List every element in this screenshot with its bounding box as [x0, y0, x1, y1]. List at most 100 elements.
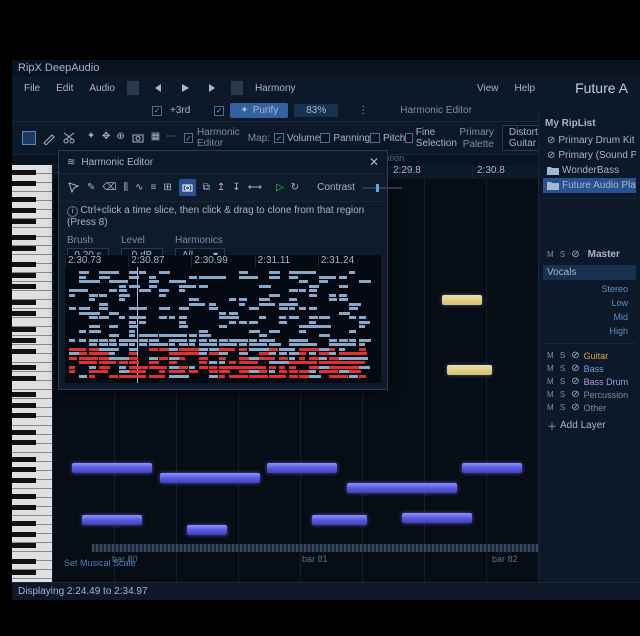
layer-row[interactable]: M S⊘Bass Drum [543, 375, 636, 388]
midi-note[interactable] [347, 483, 457, 493]
menu-harmony[interactable]: Harmony [249, 81, 302, 96]
midi-note[interactable] [72, 463, 152, 473]
wave-icon[interactable]: ∿ [135, 182, 143, 193]
add-layer[interactable]: ＋Add Layer [543, 416, 636, 435]
draw-tool-icon[interactable] [42, 131, 56, 145]
loop-icon[interactable]: ↻ [291, 182, 299, 193]
purify-checkbox[interactable] [214, 106, 224, 116]
volume-map[interactable]: Volume [274, 133, 320, 144]
riplist-item[interactable]: Future Audio Platform [543, 178, 636, 193]
link-icon[interactable]: ⊘ [571, 350, 579, 361]
midi-note[interactable] [402, 513, 472, 523]
purify-percent[interactable]: 83% [294, 104, 338, 117]
midi-note[interactable] [462, 463, 522, 473]
menu-icon[interactable]: ⋮ [358, 105, 368, 116]
info-icon: i [67, 206, 78, 217]
camera-icon[interactable] [179, 179, 196, 196]
cut-tool-icon[interactable] [62, 131, 76, 145]
midi-note[interactable] [267, 463, 337, 473]
skip-fwd-icon[interactable] [201, 80, 225, 96]
layer-row[interactable]: M S⊘Other [543, 401, 636, 414]
cursor-tool-icon[interactable] [67, 181, 80, 194]
midi-note[interactable] [442, 295, 482, 305]
palette-label: Palette [463, 139, 494, 150]
menu-edit[interactable]: Edit [50, 81, 79, 96]
third-checkbox[interactable] [152, 106, 162, 116]
harmonic-editor-label[interactable]: Harmonic Editor [400, 105, 472, 116]
third-label: +3rd [170, 105, 190, 116]
menu-audio[interactable]: Audio [83, 81, 121, 96]
panning-map[interactable]: Panning [320, 133, 370, 144]
target-tool-icon[interactable]: ⊕ [116, 131, 124, 145]
midi-note[interactable] [447, 365, 492, 375]
link-icon[interactable]: ⊘ [571, 376, 579, 387]
layer-row[interactable]: M S⊘Guitar [543, 349, 636, 362]
skip-back-icon[interactable] [145, 80, 169, 96]
move-tool-icon[interactable]: ✥ [102, 131, 110, 145]
folder-icon [547, 181, 559, 191]
erase-tool-icon[interactable]: ⌫ [102, 182, 116, 193]
play-icon[interactable] [173, 80, 197, 96]
disc-icon: ⊘ [547, 135, 555, 146]
vocals-layer[interactable]: Vocals [543, 265, 636, 280]
link-icon[interactable]: ⊘ [571, 402, 579, 413]
fine-map[interactable]: Fine Selection [405, 127, 459, 149]
riplist-item[interactable]: ⊘Primary (Sound Palette [543, 148, 636, 163]
grid-icon[interactable]: ⊞ [163, 182, 171, 193]
master-label: Master [584, 247, 632, 262]
mute-solo[interactable]: M S [547, 351, 567, 360]
high-label[interactable]: High [543, 324, 632, 338]
mute-solo[interactable]: M S [547, 364, 567, 373]
more-tools-icon[interactable]: ⋯ [166, 131, 176, 145]
sliders-icon[interactable]: ⫼ [124, 182, 129, 193]
mid-label[interactable]: Mid [543, 310, 632, 324]
midi-note[interactable] [312, 515, 367, 525]
purify-button[interactable]: ✦ Purify [230, 103, 288, 118]
close-icon[interactable]: ✕ [369, 155, 379, 169]
up-icon[interactable]: ↥ [217, 182, 225, 193]
contrast-slider[interactable] [362, 184, 402, 192]
camera-tool-icon[interactable] [131, 131, 145, 145]
draw-tool-icon[interactable]: ✎ [87, 182, 95, 193]
menu-file[interactable]: File [18, 81, 46, 96]
low-label[interactable]: Low [543, 296, 632, 310]
mute-solo[interactable]: M S [547, 250, 567, 259]
select-tool-icon[interactable] [22, 131, 36, 145]
layer-row[interactable]: M S⊘Bass [543, 362, 636, 375]
pitch-map[interactable]: Pitch [370, 133, 405, 144]
he-header[interactable]: ≋ Harmonic Editor ✕ [59, 151, 387, 174]
he-checkbox[interactable] [184, 133, 193, 143]
mute-solo[interactable]: M S [547, 377, 567, 386]
he-title: Harmonic Editor [81, 157, 153, 168]
mute-solo[interactable]: M S [547, 403, 567, 412]
bar-label: bar 81 [302, 554, 328, 564]
riplist-item[interactable]: ⊘Primary Drum Kit (Sound P [543, 133, 636, 148]
stereo-label[interactable]: Stereo [543, 282, 632, 296]
link-icon[interactable]: ⊘ [571, 363, 579, 374]
wand-tool-icon[interactable] [82, 131, 96, 145]
piano-roll[interactable] [12, 165, 52, 582]
crop-icon[interactable]: ⧉ [203, 182, 210, 193]
menu-help[interactable]: Help [509, 81, 542, 96]
riplist-item[interactable]: WonderBass [543, 163, 636, 178]
timeline-tick[interactable]: 2:29.8 [388, 165, 472, 179]
folder-icon [547, 166, 559, 176]
link-icon[interactable]: ⊘ [571, 249, 579, 260]
layer-row[interactable]: M S⊘Percussion [543, 388, 636, 401]
he-spectrogram[interactable]: 2:30.732:30.872:30.992:31.112:31.24 [65, 255, 381, 383]
list-icon[interactable]: ≡ [151, 182, 157, 193]
down-icon[interactable]: ↧ [232, 182, 240, 193]
menu-view[interactable]: View [471, 81, 505, 96]
riplist-header: My RipList [543, 116, 636, 131]
midi-note[interactable] [82, 515, 142, 525]
he-timeline: 2:30.732:30.872:30.992:31.112:31.24 [65, 255, 381, 267]
midi-note[interactable] [160, 473, 260, 483]
grid-tool-icon[interactable]: ▦ [151, 131, 160, 145]
split-icon[interactable]: ⟷ [248, 182, 262, 193]
midi-note[interactable] [187, 525, 227, 535]
link-icon[interactable]: ⊘ [571, 389, 579, 400]
mute-solo[interactable]: M S [547, 390, 567, 399]
harmonic-editor-panel: ≋ Harmonic Editor ✕ ✎ ⌫ ⫼ ∿ ≡ ⊞ ⧉ ↥ ↧ ⟷ … [58, 150, 388, 390]
play-icon[interactable]: ▷ [276, 182, 284, 193]
app-title: RipX DeepAudio [12, 60, 640, 76]
